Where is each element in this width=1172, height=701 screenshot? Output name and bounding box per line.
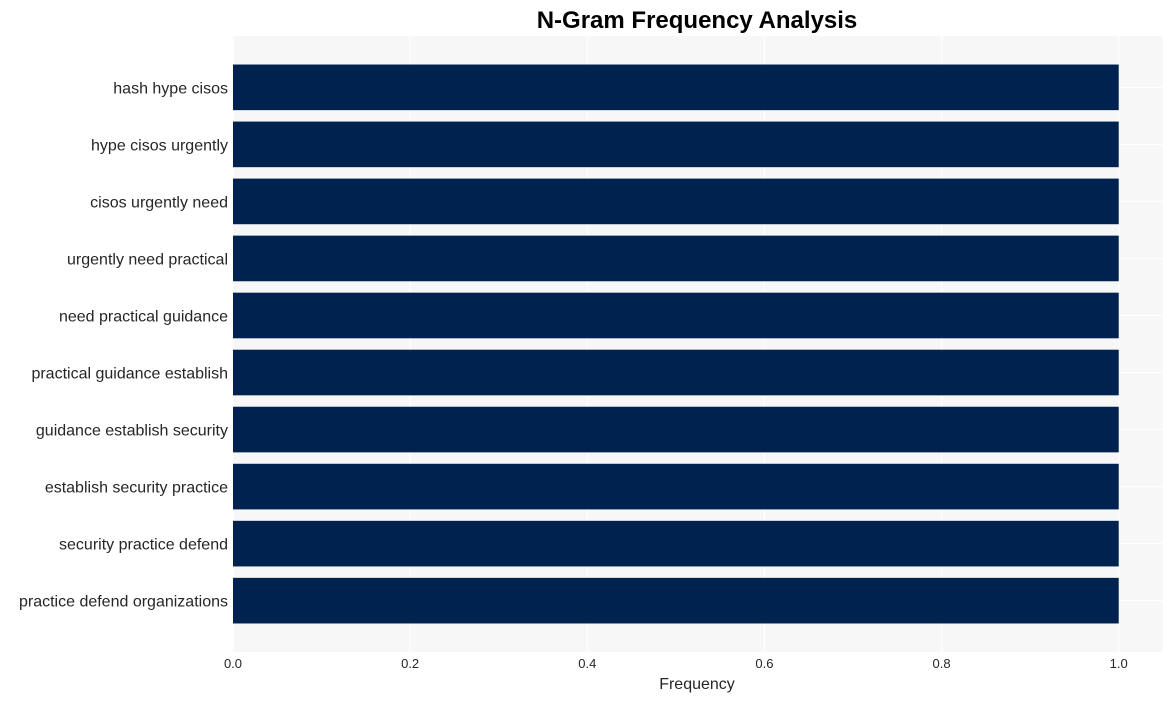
- x-tick-label: 0.2: [401, 656, 419, 671]
- y-tick-label: urgently need practical: [67, 251, 228, 268]
- x-tick-label: 1.0: [1110, 656, 1128, 671]
- y-tick-label: cisos urgently need: [90, 194, 228, 211]
- y-tick-label: guidance establish security: [36, 423, 228, 440]
- bar: [233, 121, 1119, 168]
- x-tick-labels: 0.0 0.2 0.4 0.6 0.8 1.0: [224, 656, 1128, 671]
- x-axis-label: Frequency: [659, 676, 735, 693]
- x-tick-label: 0.4: [578, 656, 596, 671]
- y-tick-label: establish security practice: [45, 480, 228, 497]
- y-tick-label: security practice defend: [59, 537, 228, 554]
- bar: [233, 406, 1119, 453]
- x-tick-label: 0.6: [755, 656, 773, 671]
- bar: [233, 64, 1119, 111]
- bar: [233, 235, 1119, 282]
- y-tick-label: hash hype cisos: [113, 80, 228, 97]
- chart-title: N-Gram Frequency Analysis: [537, 7, 858, 34]
- y-tick-label: practical guidance establish: [31, 366, 228, 383]
- bar: [233, 349, 1119, 396]
- bar: [233, 577, 1119, 624]
- bar: [233, 463, 1119, 510]
- y-tick-labels: hash hype cisos hype cisos urgently cisos …: [19, 80, 228, 610]
- bar: [233, 178, 1119, 225]
- bar: [233, 520, 1119, 567]
- x-tick-label: 0.8: [933, 656, 951, 671]
- y-tick-label: hype cisos urgently: [91, 137, 228, 154]
- x-tick-label: 0.0: [224, 656, 242, 671]
- bar: [233, 292, 1119, 339]
- y-tick-label: need practical guidance: [59, 308, 228, 325]
- ngram-bar-chart: hash hype cisos hype cisos urgently cisos …: [19, 7, 1163, 693]
- y-tick-label: practice defend organizations: [19, 594, 228, 611]
